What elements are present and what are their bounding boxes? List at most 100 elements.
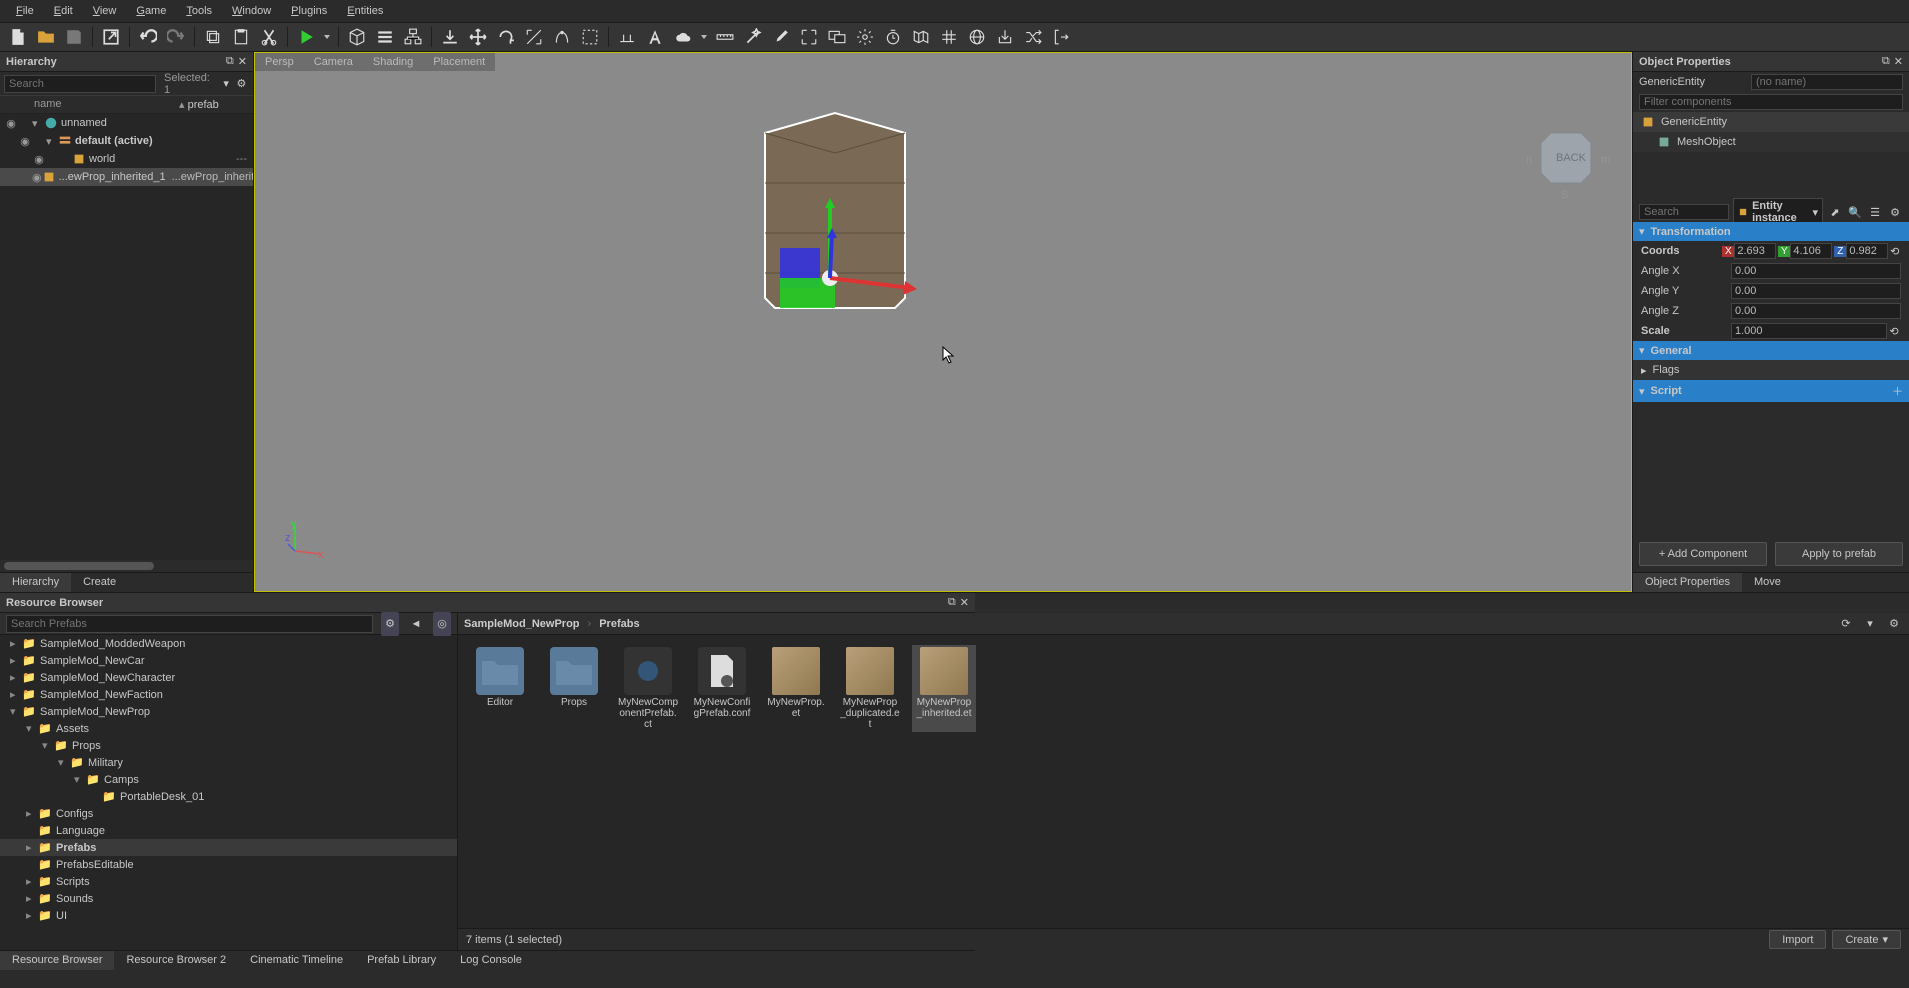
menu-window[interactable]: Window (222, 1, 281, 21)
close-icon[interactable]: ✕ (1894, 55, 1903, 68)
rb-folder-prefabs[interactable]: ▸📁Prefabs (0, 839, 457, 856)
col-name[interactable]: name (28, 96, 173, 113)
external-icon[interactable] (99, 25, 123, 49)
paste-icon[interactable] (229, 25, 253, 49)
rb-folder[interactable]: ▸📁SampleMod_NewCharacter (0, 669, 457, 686)
gear-icon[interactable]: ⚙ (1887, 200, 1903, 224)
exit-icon[interactable] (1049, 25, 1073, 49)
props-search-input[interactable] (1639, 204, 1729, 220)
rotate-icon[interactable] (494, 25, 518, 49)
add-component-button[interactable]: + Add Component (1639, 542, 1767, 566)
section-general[interactable]: ▾General (1633, 341, 1909, 360)
tree-row-unnamed[interactable]: ◉ ▾ unnamed (0, 114, 253, 132)
rb-folder[interactable]: ▸📁SampleMod_NewFaction (0, 686, 457, 703)
rb-item-folder-props[interactable]: Props (542, 645, 606, 732)
tab-persp[interactable]: Persp (255, 53, 304, 71)
tab-object-properties[interactable]: Object Properties (1633, 573, 1742, 592)
scale-input[interactable] (1731, 323, 1887, 339)
cloud-dropdown[interactable] (699, 25, 709, 49)
terrain-level-icon[interactable] (615, 25, 639, 49)
copy-icon[interactable] (201, 25, 225, 49)
text-icon[interactable] (643, 25, 667, 49)
menu-file[interactable]: File (6, 1, 44, 21)
map-icon[interactable] (909, 25, 933, 49)
wand-icon[interactable] (741, 25, 765, 49)
rb-folder[interactable]: 📁Language (0, 822, 457, 839)
import-button[interactable]: Import (1769, 930, 1826, 949)
rb-folder[interactable]: 📁PrefabsEditable (0, 856, 457, 873)
target-icon[interactable]: ◎ (433, 612, 451, 636)
restore-icon[interactable]: ⧉ (948, 596, 956, 609)
rb-folder[interactable]: ▾📁Camps (0, 771, 457, 788)
coord-y-input[interactable] (1790, 243, 1832, 259)
cut-icon[interactable] (257, 25, 281, 49)
cube-icon[interactable] (345, 25, 369, 49)
rb-item-config[interactable]: MyNewConfigPrefab.conf (690, 645, 754, 732)
tab-move[interactable]: Move (1742, 573, 1793, 592)
shuffle-icon[interactable] (1021, 25, 1045, 49)
filter-gear-icon[interactable]: ⚙ (381, 612, 399, 636)
nav-cube-icon[interactable]: BACK S n m (1521, 113, 1611, 203)
rb-item-duplicated[interactable]: MyNewProp_duplicated.et (838, 645, 902, 732)
hierarchy-scrollbar[interactable] (0, 560, 253, 572)
tab-resource-browser[interactable]: Resource Browser (0, 951, 114, 970)
snap-down-icon[interactable] (438, 25, 462, 49)
move-icon[interactable] (466, 25, 490, 49)
rb-folder[interactable]: ▾📁Props (0, 737, 457, 754)
rb-folder[interactable]: ▾📁Military (0, 754, 457, 771)
add-icon[interactable]: ＋ (1892, 383, 1903, 399)
rb-item-folder-editor[interactable]: Editor (468, 645, 532, 732)
cloud-icon[interactable] (671, 25, 695, 49)
menu-game[interactable]: Game (126, 1, 176, 21)
rb-item-component[interactable]: MyNewComponentPrefab.ct (616, 645, 680, 732)
globe-icon[interactable] (965, 25, 989, 49)
close-icon[interactable]: ✕ (238, 55, 247, 68)
windows-icon[interactable] (825, 25, 849, 49)
tab-cinematic-timeline[interactable]: Cinematic Timeline (238, 951, 355, 970)
refresh-icon[interactable]: ⟳ (1837, 612, 1855, 636)
vertex-icon[interactable] (550, 25, 574, 49)
tab-hierarchy[interactable]: Hierarchy (0, 573, 71, 592)
filter-components-input[interactable] (1639, 94, 1903, 110)
col-prefab[interactable]: ▴ prefab (173, 96, 253, 113)
rb-folder[interactable]: ▸📁SampleMod_NewCar (0, 652, 457, 669)
redo-icon[interactable] (164, 25, 188, 49)
tab-prefab-library[interactable]: Prefab Library (355, 951, 448, 970)
open-folder-icon[interactable] (34, 25, 58, 49)
rb-folder[interactable]: ▸📁Configs (0, 805, 457, 822)
hierarchy-icon[interactable] (401, 25, 425, 49)
gear-icon[interactable]: ⚙ (1885, 612, 1903, 636)
new-file-icon[interactable] (6, 25, 30, 49)
tab-camera[interactable]: Camera (304, 53, 363, 71)
menu-view[interactable]: View (83, 1, 127, 21)
restore-icon[interactable]: ⧉ (226, 55, 234, 68)
hierarchy-search-input[interactable] (4, 75, 156, 93)
section-transformation[interactable]: ▾Transformation (1633, 222, 1909, 241)
rb-folder[interactable]: ▸📁Sounds (0, 890, 457, 907)
tree-row-inherited[interactable]: ◉ ...ewProp_inherited_1 ...ewProp_inheri… (0, 168, 253, 186)
frame-icon[interactable] (797, 25, 821, 49)
tab-resource-browser-2[interactable]: Resource Browser 2 (114, 951, 238, 970)
search-icon[interactable]: 🔍 (1847, 200, 1863, 224)
tree-row-world[interactable]: ◉ world --- (0, 150, 253, 168)
rb-folder[interactable]: ▸📁Scripts (0, 873, 457, 890)
reset-icon[interactable]: ⟲ (1887, 325, 1901, 338)
rb-folder[interactable]: 📁PortableDesk_01 (0, 788, 457, 805)
eye-icon[interactable]: ◉ (32, 153, 46, 166)
menu-plugins[interactable]: Plugins (281, 1, 337, 21)
close-icon[interactable]: ✕ (960, 596, 969, 609)
save-icon[interactable] (62, 25, 86, 49)
entity-name-input[interactable] (1751, 74, 1903, 90)
menu-edit[interactable]: Edit (44, 1, 83, 21)
back-icon[interactable]: ◄ (407, 612, 425, 636)
brush-icon[interactable] (769, 25, 793, 49)
filter-icon[interactable]: ▾ (219, 72, 234, 96)
apply-prefab-button[interactable]: Apply to prefab (1775, 542, 1903, 566)
rb-search-input[interactable] (6, 615, 373, 633)
restore-icon[interactable]: ⧉ (1882, 55, 1890, 68)
coord-z-input[interactable] (1846, 243, 1888, 259)
tab-placement[interactable]: Placement (423, 53, 495, 71)
scale-icon[interactable] (522, 25, 546, 49)
angle-x-input[interactable] (1731, 263, 1901, 279)
rb-item-inherited[interactable]: MyNewProp_inherited.et (912, 645, 976, 732)
